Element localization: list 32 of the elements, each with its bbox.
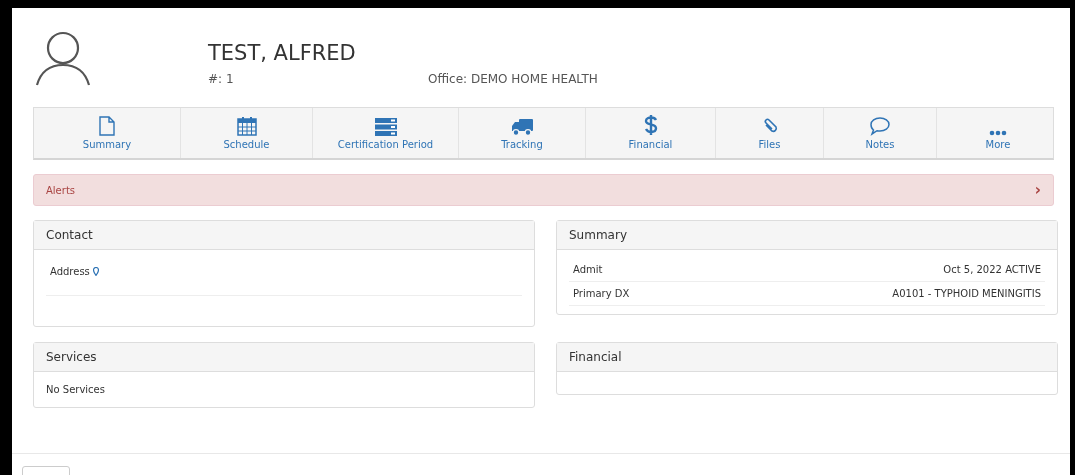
- avatar-icon: [35, 30, 92, 86]
- nav-tab[interactable]: Tracking: [459, 108, 586, 158]
- dollar-icon: [643, 114, 658, 136]
- panel-heading: Contact: [34, 221, 534, 250]
- field-label: Primary DX: [573, 288, 630, 299]
- server-icon: [374, 118, 397, 136]
- nav-tab[interactable]: Certification Period: [313, 108, 459, 158]
- more-icon: [989, 130, 1007, 136]
- field-value: A0101 - TYPHOID MENINGITIS: [892, 288, 1041, 299]
- document-icon: [99, 116, 115, 136]
- alerts-bar[interactable]: Alerts ›: [33, 174, 1054, 206]
- empty-message: No Services: [46, 384, 105, 395]
- field-label: Admit: [573, 264, 603, 275]
- caret-icon: ›: [1034, 181, 1041, 199]
- nav-tab[interactable]: Notes: [824, 108, 937, 158]
- patient-number: #: 1: [208, 72, 235, 86]
- calendar-icon: [236, 116, 257, 136]
- nav-tab[interactable]: Schedule: [181, 108, 313, 158]
- nav-tab[interactable]: Summary: [34, 108, 181, 158]
- address-label: Address: [50, 266, 90, 277]
- speech-bubble-icon: [869, 116, 891, 136]
- truck-icon: [511, 118, 533, 136]
- office-label: Office: DEMO HOME HEALTH: [428, 72, 598, 86]
- panel-heading: Financial: [557, 343, 1057, 372]
- panel-heading: Summary: [557, 221, 1057, 250]
- nav-tab[interactable]: Files: [716, 108, 824, 158]
- patient-name: TEST, ALFRED: [208, 40, 357, 66]
- panel-heading: Services: [34, 343, 534, 372]
- field-value: Oct 5, 2022 ACTIVE: [943, 264, 1041, 275]
- map-pin-icon: [92, 267, 99, 276]
- nav-tab[interactable]: More: [937, 108, 1059, 158]
- nav-tab[interactable]: Financial: [586, 108, 716, 158]
